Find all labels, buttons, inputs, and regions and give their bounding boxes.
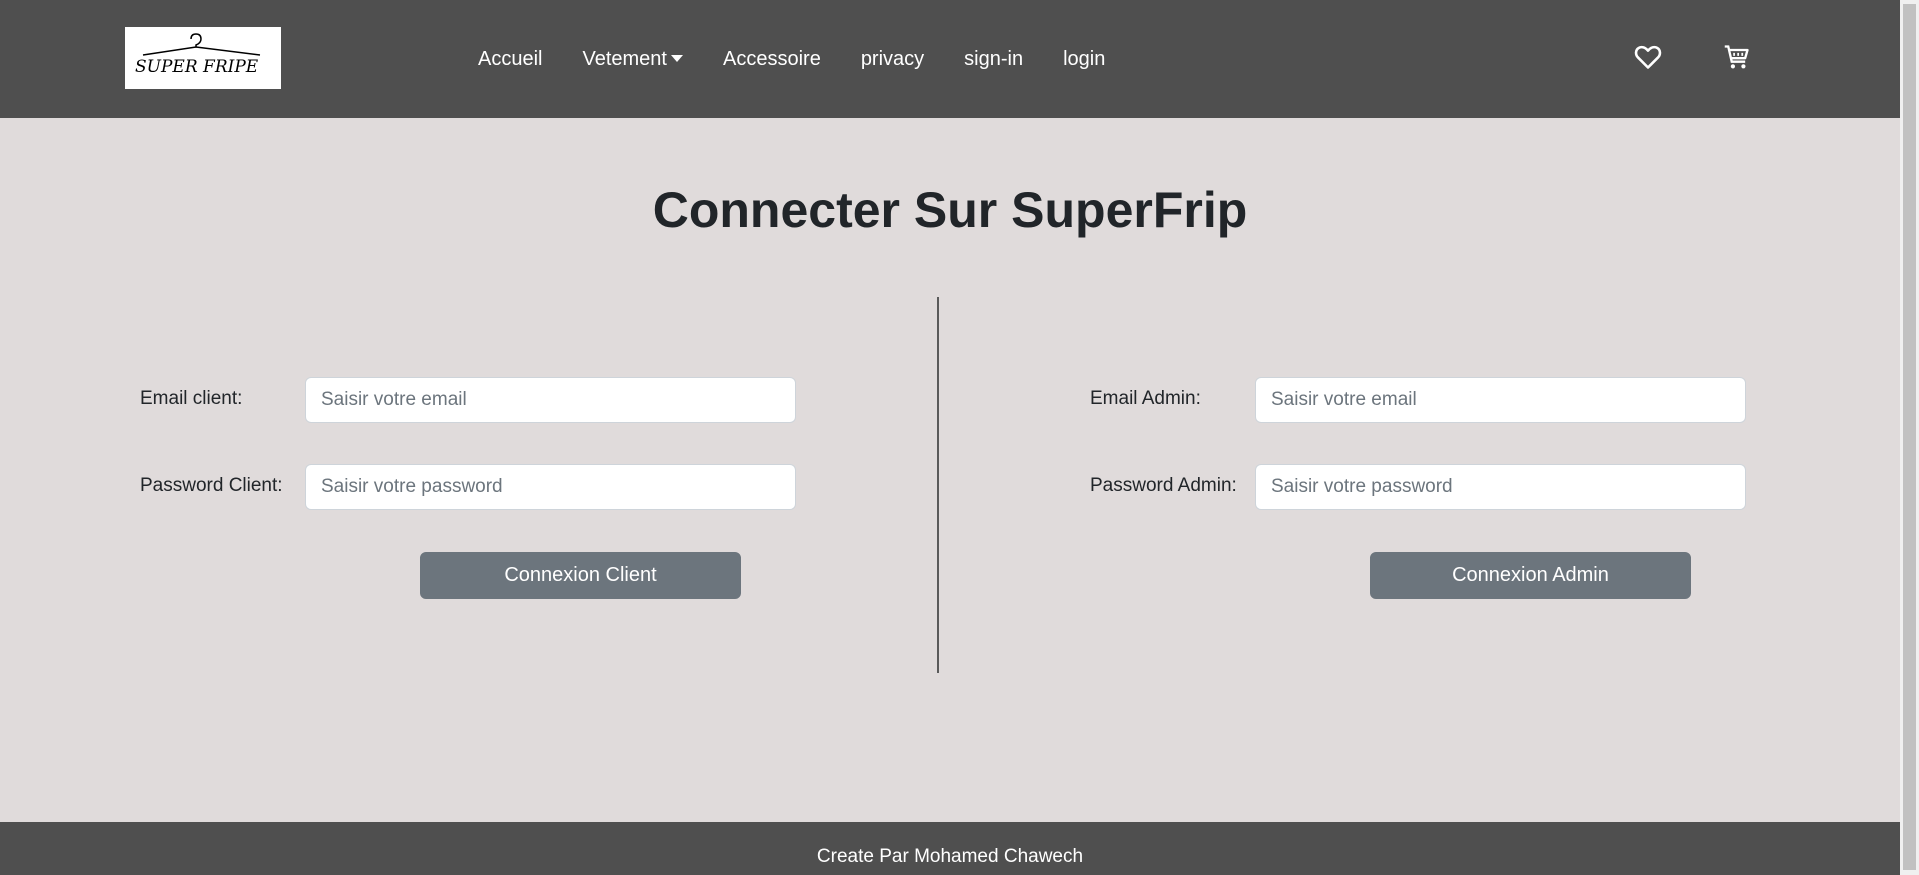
admin-login-form: Email Admin: Password Admin:: [1090, 377, 1890, 551]
hanger-logo-icon: SUPER FRIPE: [135, 33, 261, 77]
caret-down-icon: [671, 54, 683, 62]
admin-email-row: Email Admin:: [1090, 377, 1890, 423]
client-email-row: Email client:: [140, 377, 940, 423]
vertical-divider: [937, 297, 939, 673]
page-title: Connecter Sur SuperFrip: [652, 182, 1248, 238]
client-login-form: Email client: Password Client:: [140, 377, 940, 551]
scrollbar-thumb[interactable]: [1903, 4, 1916, 870]
admin-password-label: Password Admin:: [1090, 475, 1237, 496]
vertical-scrollbar[interactable]: [1900, 0, 1919, 875]
heart-icon[interactable]: [1633, 42, 1663, 72]
navbar: SUPER FRIPE Accueil Vetement Accessoire …: [0, 0, 1900, 118]
admin-password-row: Password Admin:: [1090, 464, 1890, 510]
cart-icon[interactable]: [1722, 42, 1752, 72]
main-nav: Accueil Vetement Accessoire privacy sign…: [478, 46, 1145, 72]
client-password-row: Password Client:: [140, 464, 940, 510]
nav-link-accueil[interactable]: Accueil: [478, 46, 542, 72]
footer: Create Par Mohamed Chawech: [0, 822, 1900, 875]
nav-link-sign-in[interactable]: sign-in: [964, 46, 1023, 72]
nav-dropdown-vetement[interactable]: Vetement: [582, 46, 683, 72]
nav-dropdown-vetement-label: Vetement: [582, 48, 667, 70]
client-password-label: Password Client:: [140, 475, 283, 496]
footer-credit-text: Create Par Mohamed Chawech: [816, 846, 1084, 867]
client-email-input[interactable]: [305, 377, 796, 423]
brand-logo[interactable]: SUPER FRIPE: [125, 27, 281, 89]
nav-link-privacy[interactable]: privacy: [861, 46, 924, 72]
client-email-label: Email client:: [140, 388, 243, 409]
admin-email-label: Email Admin:: [1090, 388, 1201, 409]
nav-link-accessoire[interactable]: Accessoire: [723, 46, 821, 72]
admin-password-input[interactable]: [1255, 464, 1746, 510]
client-password-input[interactable]: [305, 464, 796, 510]
connexion-admin-button[interactable]: Connexion Admin: [1370, 552, 1691, 599]
admin-email-input[interactable]: [1255, 377, 1746, 423]
logo-text: SUPER FRIPE: [135, 57, 259, 77]
connexion-client-button[interactable]: Connexion Client: [420, 552, 741, 599]
nav-link-login[interactable]: login: [1063, 46, 1105, 72]
